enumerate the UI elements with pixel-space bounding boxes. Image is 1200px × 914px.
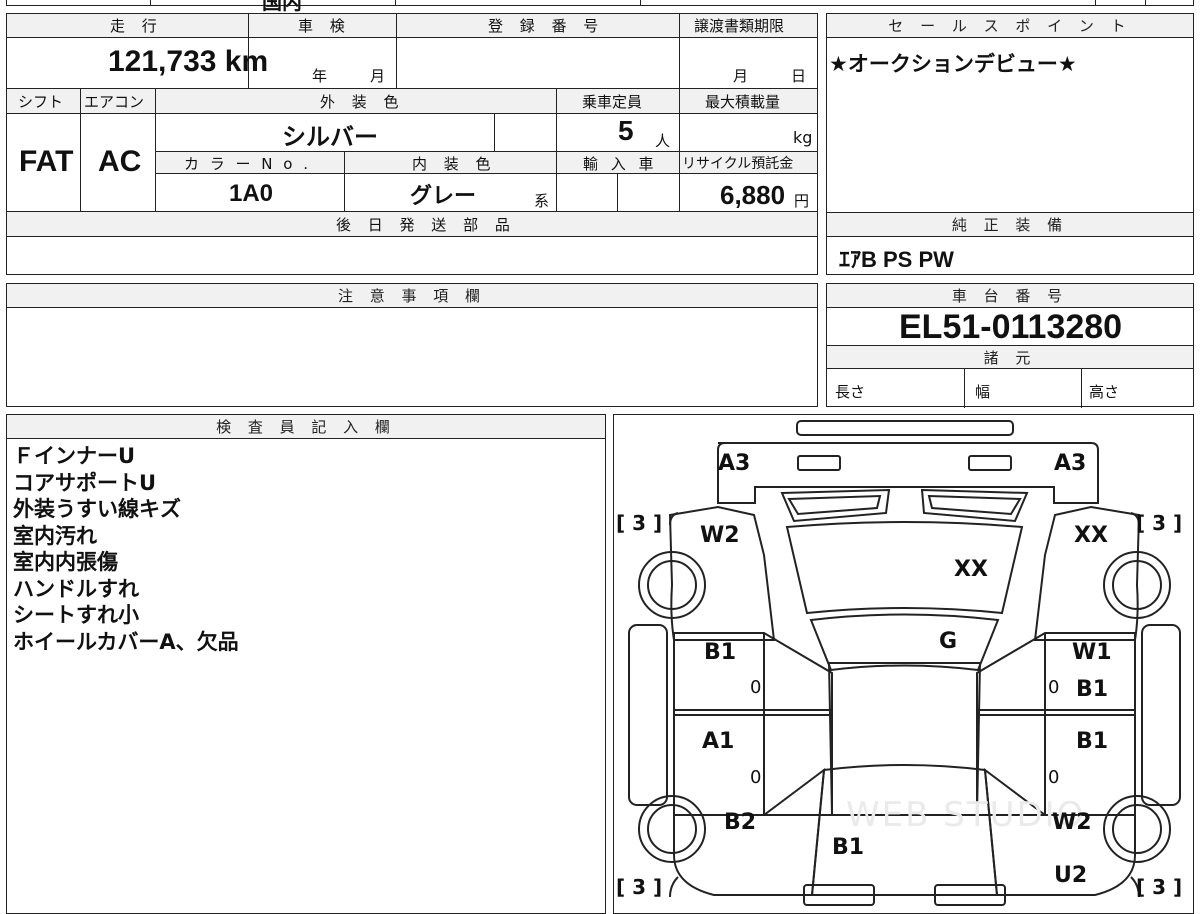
code-rear-door-left: A1 xyxy=(702,729,735,754)
code-rear-gate: B1 xyxy=(832,835,865,860)
code-windshield: G xyxy=(939,629,958,654)
caution-label: 注 意 事 項 欄 xyxy=(337,287,487,305)
interior-color-label: 内 装 色 xyxy=(412,155,497,173)
code-front-door-right: B1 xyxy=(1076,677,1109,702)
registration-label: 登 録 番 号 xyxy=(488,17,605,35)
zero-mark: 0 xyxy=(750,767,762,788)
inspector-note: 室内汚れ xyxy=(13,523,97,548)
inspector-note: コアサポートU xyxy=(13,470,157,495)
inspector-panel: 検 査 員 記 入 欄 ＦインナーU コアサポートU 外装うすい線キズ 室内汚れ… xyxy=(6,414,606,914)
recycle-fee-value: 6,880 xyxy=(720,180,786,210)
tire-rear-left: [ 3 ] xyxy=(616,875,663,899)
inspector-label: 検 査 員 記 入 欄 xyxy=(216,418,396,436)
tire-front-left: [ 3 ] xyxy=(616,511,663,535)
inspector-note: ホイールカバーA、欠品 xyxy=(13,629,239,654)
zero-mark: 0 xyxy=(750,677,762,698)
code-quarter-right: W2 xyxy=(1052,810,1092,835)
recycle-label: リサイクル預託金 xyxy=(682,156,794,172)
code-rear-door-right: B1 xyxy=(1076,729,1109,754)
car-diagram-panel: WEB STUDIO A3 A3 W2 XX XX G B1 W1 B1 A1 … xyxy=(613,414,1194,914)
length-label: 長さ xyxy=(835,383,866,401)
width-label: 幅 xyxy=(975,383,991,401)
max-load-label: 最大積載量 xyxy=(705,93,781,111)
import-label: 輸 入 車 xyxy=(583,155,658,173)
shift-value: FAT xyxy=(19,145,74,178)
chassis-number: EL51-0113280 xyxy=(899,308,1123,346)
inspector-note: ハンドルすれ xyxy=(13,576,139,601)
code-quarter-left: B2 xyxy=(724,810,757,835)
code-front-right: A3 xyxy=(1054,451,1087,476)
sales-point-label: セ ー ル ス ポ イ ン ト xyxy=(888,17,1132,35)
code-fender-right: XX xyxy=(1074,523,1108,548)
interior-kei-unit: 系 xyxy=(534,192,550,210)
top-divider xyxy=(640,0,641,6)
exterior-color-value: シルバー xyxy=(282,123,378,151)
color-no-label: カ ラ ー N o . xyxy=(184,155,312,173)
deadline-month-unit: 月 xyxy=(733,67,749,85)
chassis-label: 車 台 番 号 xyxy=(951,287,1069,305)
later-parts-label: 後 日 発 送 部 品 xyxy=(336,216,516,234)
sales-point-panel: セ ー ル ス ポ イ ン ト ★オークションデビュー★ xyxy=(826,13,1194,213)
mileage-value: 121,733 km xyxy=(108,45,269,78)
height-label: 高さ xyxy=(1089,383,1120,401)
genuine-equipment-panel: 純 正 装 備 ｴｱB PS PW xyxy=(826,212,1194,275)
inspector-note: ＦインナーU xyxy=(13,444,136,468)
watermark: WEB STUDIO xyxy=(846,795,1086,835)
top-divider xyxy=(395,0,396,6)
caution-panel: 注 意 事 項 欄 xyxy=(6,283,818,407)
aircon-value: AC xyxy=(98,145,142,178)
code-fender-left: W2 xyxy=(700,523,740,548)
color-no-value: 1A0 xyxy=(229,180,274,207)
recycle-yen-unit: 円 xyxy=(794,192,810,210)
deadline-day-unit: 日 xyxy=(791,67,807,85)
transfer-deadline-label: 譲渡書類期限 xyxy=(694,17,785,35)
tire-front-right: [ 3 ] xyxy=(1136,511,1183,535)
zero-mark: 0 xyxy=(1048,767,1060,788)
code-rear-right: U2 xyxy=(1054,863,1088,888)
top-divider xyxy=(1095,0,1096,6)
top-strip xyxy=(6,0,1194,6)
code-front-left: A3 xyxy=(718,451,751,476)
exterior-color-label: 外 装 色 xyxy=(320,93,405,111)
inspector-note: シートすれ小 xyxy=(13,603,139,627)
tire-rear-right: [ 3 ] xyxy=(1136,875,1183,899)
shift-label: シフト xyxy=(18,93,64,111)
top-divider xyxy=(1145,0,1146,6)
specs-label: 諸 元 xyxy=(983,348,1037,367)
genuine-equipment-text: ｴｱB PS PW xyxy=(839,247,954,272)
max-load-unit: kg xyxy=(793,128,813,147)
code-front-door-right-top: W1 xyxy=(1072,640,1112,665)
inspector-note: 外装うすい線キズ xyxy=(13,497,181,521)
inspection-month-unit: 月 xyxy=(370,67,386,85)
aircon-label: エアコン xyxy=(84,93,145,111)
capacity-unit: 人 xyxy=(655,132,671,150)
inspection-label: 車 検 xyxy=(298,17,351,35)
genuine-equipment-label: 純 正 装 備 xyxy=(951,216,1069,234)
code-front-door-left: B1 xyxy=(704,640,737,665)
interior-color-value: グレー xyxy=(410,184,477,209)
inspector-note: 室内内張傷 xyxy=(13,550,118,574)
sales-point-text: ★オークションデビュー★ xyxy=(829,52,1077,76)
chassis-panel: 車 台 番 号 EL51-0113280 諸 元 長さ 幅 高さ xyxy=(826,283,1194,408)
mileage-label: 走 行 xyxy=(110,17,163,35)
code-hood: XX xyxy=(954,557,988,582)
inspector-notes: ＦインナーU コアサポートU 外装うすい線キズ 室内汚れ 室内内張傷 ハンドルす… xyxy=(13,443,239,655)
inspection-year-unit: 年 xyxy=(312,67,328,85)
capacity-value: 5 xyxy=(618,115,634,146)
capacity-label: 乗車定員 xyxy=(582,93,643,111)
top-divider xyxy=(150,0,151,6)
zero-mark: 0 xyxy=(1048,677,1060,698)
